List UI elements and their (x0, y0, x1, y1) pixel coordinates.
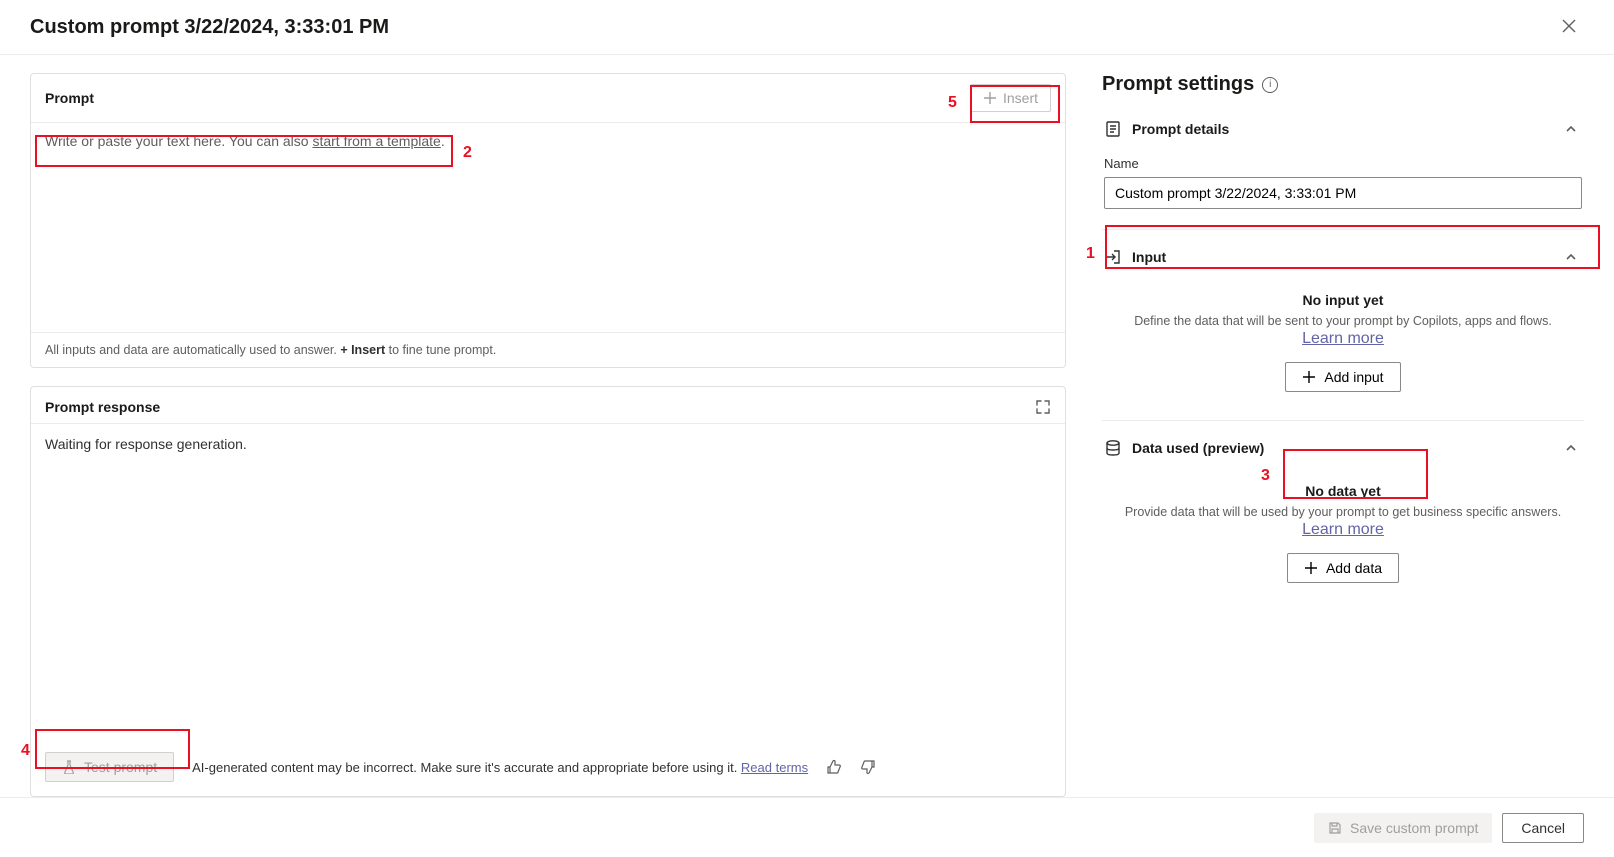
read-terms-link[interactable]: Read terms (741, 760, 808, 775)
add-input-button[interactable]: Add input (1285, 362, 1400, 392)
details-icon (1104, 120, 1122, 138)
prompt-placeholder-suffix: . (441, 133, 445, 149)
plus-icon (983, 91, 997, 105)
info-icon[interactable]: i (1262, 77, 1278, 93)
settings-sidebar: Prompt settings i Prompt details Name In… (1084, 55, 1614, 797)
input-empty-title: No input yet (1114, 292, 1572, 308)
ai-disclaimer: AI-generated content may be incorrect. M… (192, 760, 808, 775)
prompt-section-label: Prompt (45, 90, 94, 106)
add-data-button[interactable]: Add data (1287, 553, 1399, 583)
section-input: Input No input yet Define the data that … (1102, 230, 1584, 421)
close-icon (1562, 19, 1576, 33)
section-prompt-details: Prompt details Name (1102, 102, 1584, 230)
input-learn-more-link[interactable]: Learn more (1302, 330, 1384, 347)
prompt-placeholder-prefix: Write or paste your text here. You can a… (45, 133, 312, 149)
response-panel: Prompt response Waiting for response gen… (30, 386, 1066, 797)
database-icon (1104, 439, 1122, 457)
plus-icon (1302, 370, 1316, 384)
section-header-details[interactable]: Prompt details (1102, 102, 1584, 156)
section-header-data[interactable]: Data used (preview) (1102, 421, 1584, 475)
prompt-editor[interactable]: Write or paste your text here. You can a… (31, 122, 1065, 332)
input-icon (1104, 248, 1122, 266)
close-button[interactable] (1554, 13, 1584, 42)
response-waiting-text: Waiting for response generation. (31, 424, 1065, 742)
dialog-header: Custom prompt 3/22/2024, 3:33:01 PM (0, 0, 1614, 55)
add-data-label: Add data (1326, 560, 1382, 576)
chevron-up-icon (1564, 441, 1578, 455)
response-section-label: Prompt response (45, 399, 160, 415)
flask-icon (62, 760, 76, 774)
save-custom-prompt-button[interactable]: Save custom prompt (1314, 813, 1492, 843)
thumbs-up-icon[interactable] (826, 759, 842, 775)
dialog-title: Custom prompt 3/22/2024, 3:33:01 PM (30, 16, 389, 39)
insert-button-label: Insert (1003, 90, 1038, 106)
name-field-label: Name (1104, 156, 1582, 171)
test-prompt-label: Test prompt (84, 759, 157, 775)
insert-button[interactable]: Insert (970, 84, 1051, 112)
name-input[interactable] (1104, 177, 1582, 209)
input-empty-desc: Define the data that will be sent to you… (1114, 314, 1572, 328)
section-data-used: Data used (preview) No data yet Provide … (1102, 421, 1584, 611)
prompt-footer-hint: All inputs and data are automatically us… (31, 332, 1065, 367)
dialog-footer: Save custom prompt Cancel (0, 797, 1614, 857)
prompt-panel: Prompt Insert Write or paste your text h… (30, 73, 1066, 368)
settings-title: Prompt settings (1102, 73, 1254, 96)
chevron-up-icon (1564, 122, 1578, 136)
add-input-label: Add input (1324, 369, 1383, 385)
test-prompt-button[interactable]: Test prompt (45, 752, 174, 782)
thumbs-down-icon[interactable] (860, 759, 876, 775)
data-empty-title: No data yet (1114, 483, 1572, 499)
chevron-up-icon (1564, 250, 1578, 264)
cancel-button[interactable]: Cancel (1502, 813, 1584, 843)
data-learn-more-link[interactable]: Learn more (1302, 521, 1384, 538)
start-from-template-link[interactable]: start from a template (312, 133, 440, 149)
expand-icon[interactable] (1035, 399, 1051, 415)
data-empty-desc: Provide data that will be used by your p… (1114, 505, 1572, 519)
save-button-label: Save custom prompt (1350, 820, 1478, 836)
section-header-input[interactable]: Input (1102, 230, 1584, 284)
plus-icon (1304, 561, 1318, 575)
save-icon (1328, 821, 1342, 835)
